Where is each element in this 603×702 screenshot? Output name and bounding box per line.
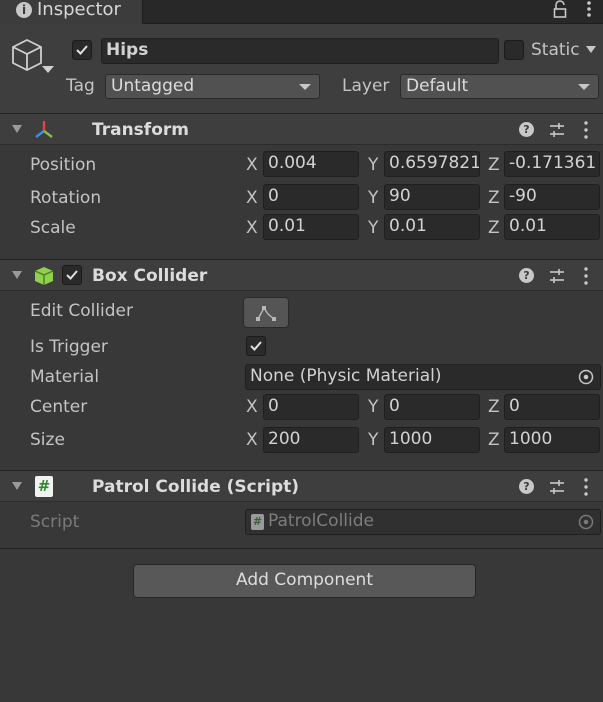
edit-collider-button[interactable] (243, 297, 289, 328)
menu-icon[interactable] (582, 0, 596, 20)
script-component-header[interactable]: # Patrol Collide (Script) ? (0, 470, 603, 502)
object-picker-icon (578, 514, 594, 530)
size-y-label: Y (368, 430, 379, 450)
box-collider-header[interactable]: Box Collider ? (0, 259, 603, 291)
tag-label: Tag (66, 76, 95, 96)
scale-z-label: Z (488, 218, 500, 238)
transform-title: Transform (92, 120, 189, 140)
size-y-input[interactable]: 1000 (384, 427, 480, 453)
position-x-input[interactable]: 0.004 (263, 151, 359, 177)
object-picker-icon[interactable] (577, 368, 595, 386)
inspector-tab[interactable]: i Inspector (0, 0, 143, 24)
foldout-arrow-icon[interactable] (12, 482, 22, 490)
center-x-label: X (246, 397, 258, 417)
rotation-y-input[interactable]: 90 (384, 184, 480, 210)
edit-collider-label: Edit Collider (30, 301, 134, 321)
chevron-down-icon (299, 84, 311, 90)
size-z-input[interactable]: 1000 (504, 427, 600, 453)
info-icon: i (16, 2, 32, 18)
script-object-field: PatrolCollide (245, 509, 601, 535)
size-z-label: Z (488, 430, 500, 450)
center-x-input[interactable]: 0 (263, 394, 359, 420)
foldout-arrow-icon[interactable] (12, 271, 22, 279)
foldout-arrow-icon[interactable] (12, 125, 22, 133)
center-z-label: Z (488, 397, 500, 417)
script-value: PatrolCollide (268, 511, 375, 531)
static-dropdown-arrow-icon[interactable] (586, 46, 596, 53)
kebab-menu-icon[interactable] (581, 120, 591, 140)
active-checkbox[interactable] (72, 40, 92, 60)
position-x-label: X (246, 155, 258, 175)
preset-sliders-icon[interactable] (548, 478, 566, 496)
section-divider (0, 548, 603, 549)
center-y-input[interactable]: 0 (384, 394, 480, 420)
kebab-menu-icon[interactable] (581, 477, 591, 497)
center-y-label: Y (368, 397, 379, 417)
add-component-button[interactable]: Add Component (133, 564, 476, 598)
rotation-x-label: X (246, 188, 258, 208)
position-label: Position (30, 155, 97, 175)
kebab-menu-icon[interactable] (581, 266, 591, 286)
scale-y-label: Y (368, 218, 379, 238)
size-label: Size (30, 430, 65, 450)
position-z-input[interactable]: -0.171361 (504, 151, 600, 177)
lock-icon[interactable] (552, 0, 568, 20)
scale-y-input[interactable]: 0.01 (384, 214, 480, 240)
help-icon[interactable]: ? (519, 479, 534, 494)
checkmark-icon (76, 45, 88, 55)
layer-value: Default (406, 76, 469, 96)
rotation-x-input[interactable]: 0 (263, 184, 359, 210)
material-object-field[interactable]: None (Physic Material) (245, 364, 601, 390)
checkmark-icon (66, 270, 78, 280)
position-y-label: Y (368, 155, 379, 175)
tag-value: Untagged (111, 76, 195, 96)
script-label: Script (30, 512, 80, 532)
scale-x-label: X (246, 218, 258, 238)
inspector-tab-bar: i Inspector (0, 0, 603, 24)
static-checkbox[interactable] (504, 40, 524, 60)
scale-z-input[interactable]: 0.01 (504, 214, 600, 240)
edit-collider-icon (256, 306, 276, 321)
gameobject-header: Hips Static Tag Untagged Layer Default (0, 24, 603, 114)
layer-dropdown[interactable]: Default (400, 74, 599, 99)
is-trigger-label: Is Trigger (30, 337, 108, 357)
tag-dropdown[interactable]: Untagged (105, 74, 320, 99)
transform-gizmo-icon (35, 121, 53, 138)
preset-sliders-icon[interactable] (548, 121, 566, 139)
preset-sliders-icon[interactable] (548, 267, 566, 285)
position-z-label: Z (488, 155, 500, 175)
center-z-input[interactable]: 0 (504, 394, 600, 420)
static-label: Static (531, 40, 580, 60)
box-collider-enabled-checkbox[interactable] (62, 265, 82, 285)
size-x-label: X (246, 430, 258, 450)
transform-header[interactable]: Transform ? (0, 113, 603, 145)
script-file-icon: # (251, 514, 264, 530)
scale-label: Scale (30, 218, 76, 238)
scale-x-input[interactable]: 0.01 (263, 214, 359, 240)
checkmark-icon (250, 341, 262, 351)
rotation-label: Rotation (30, 188, 102, 208)
rotation-z-label: Z (488, 188, 500, 208)
box-collider-title: Box Collider (92, 266, 208, 286)
center-label: Center (30, 397, 88, 417)
chevron-down-icon (578, 84, 590, 90)
position-y-input[interactable]: 0.6597821 (384, 151, 480, 177)
gameobject-cube-icon[interactable] (10, 36, 56, 80)
object-name-input[interactable]: Hips (101, 38, 499, 64)
box-collider-icon (34, 267, 54, 285)
tab-title: Inspector (37, 0, 121, 20)
layer-label: Layer (342, 76, 390, 96)
script-hash-icon: # (35, 476, 53, 497)
material-value: None (Physic Material) (250, 366, 442, 386)
is-trigger-checkbox[interactable] (246, 336, 266, 356)
script-component-title: Patrol Collide (Script) (92, 477, 300, 497)
help-icon[interactable]: ? (519, 268, 534, 283)
material-label: Material (30, 367, 100, 387)
rotation-y-label: Y (368, 188, 379, 208)
rotation-z-input[interactable]: -90 (504, 184, 600, 210)
size-x-input[interactable]: 200 (263, 427, 359, 453)
help-icon[interactable]: ? (519, 122, 534, 137)
